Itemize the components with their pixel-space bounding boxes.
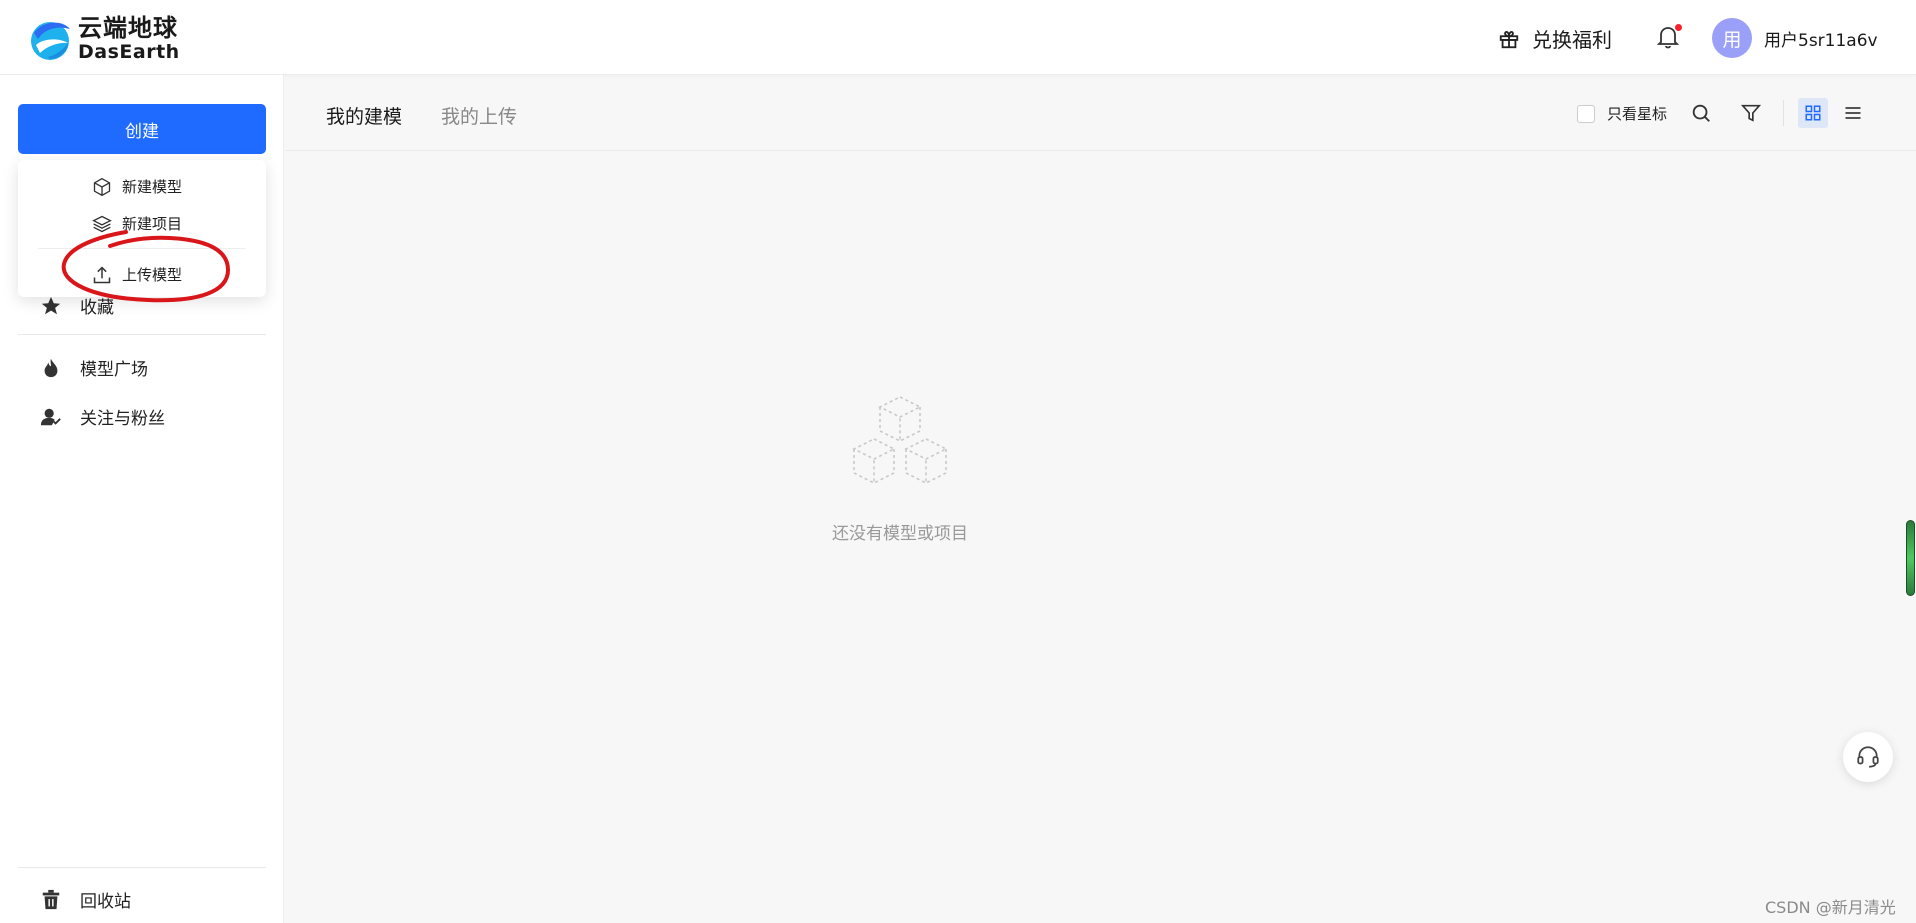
redeem-label: 兑换福利 (1532, 28, 1612, 52)
sidebar-item-label: 回收站 (80, 892, 131, 912)
tab-my-uploads[interactable]: 我的上传 (441, 102, 517, 129)
sidebar-item-label: 关注与粉丝 (80, 409, 165, 429)
grid-icon (1805, 105, 1821, 121)
create-dropdown-menu: 新建模型 新建项目 上传模型 (18, 160, 266, 297)
sidebar-divider (18, 867, 266, 868)
menu-item-new-model[interactable]: 新建模型 (92, 176, 182, 197)
main-content: 我的建模 我的上传 只看星标 还没有模型或项目 (285, 75, 1916, 923)
create-button[interactable]: 创建 (18, 104, 266, 154)
list-icon (1845, 107, 1861, 119)
upload-icon (93, 265, 111, 283)
avatar: 用 (1712, 18, 1752, 58)
fire-icon (44, 358, 58, 377)
empty-state: 还没有模型或项目 (285, 395, 1515, 544)
filter-button[interactable] (1738, 100, 1764, 126)
empty-state-text: 还没有模型或项目 (832, 524, 968, 544)
user-menu[interactable]: 用 用户5sr11a6v (1712, 18, 1878, 58)
notifications-button[interactable] (1656, 24, 1682, 52)
grid-view-button[interactable] (1798, 98, 1828, 128)
sidebar-item-label: 模型广场 (80, 360, 148, 380)
side-scroll-handle[interactable] (1906, 520, 1915, 596)
toolbar-divider (1783, 100, 1784, 126)
gift-icon (1499, 30, 1519, 48)
trash-icon (42, 889, 60, 909)
customer-support-button[interactable] (1843, 732, 1893, 782)
watermark: CSDN @新月清光 (1765, 898, 1896, 917)
logo[interactable]: 云端地球 DasEarth (28, 16, 180, 62)
top-header: 云端地球 DasEarth 兑换福利 用 用户5sr11a6v (0, 0, 1916, 75)
sidebar-divider (18, 334, 266, 335)
search-icon (1692, 104, 1710, 122)
sidebar-item-recycle-bin[interactable]: 回收站 (40, 887, 131, 912)
username: 用户5sr11a6v (1764, 30, 1878, 51)
cube-icon (93, 177, 111, 196)
star-only-label: 只看星标 (1607, 105, 1668, 123)
filter-icon (1740, 104, 1762, 122)
menu-item-new-project[interactable]: 新建项目 (92, 213, 182, 234)
layers-icon (92, 215, 112, 232)
menu-item-label: 上传模型 (122, 266, 183, 284)
notification-badge (1675, 24, 1682, 31)
menu-item-label: 新建项目 (122, 215, 183, 233)
tab-bar: 我的建模 我的上传 只看星标 (285, 75, 1916, 151)
logo-title: 云端地球 (78, 14, 178, 42)
menu-divider (38, 248, 246, 249)
star-only-checkbox[interactable] (1577, 104, 1595, 123)
star-only-filter[interactable]: 只看星标 (1577, 103, 1667, 124)
headset-icon (1857, 746, 1879, 768)
menu-item-upload-model[interactable]: 上传模型 (92, 264, 182, 285)
sidebar-item-follow[interactable]: 关注与粉丝 (40, 404, 165, 429)
sidebar-item-model-square[interactable]: 模型广场 (40, 355, 148, 380)
tab-my-models[interactable]: 我的建模 (326, 102, 402, 129)
redeem-benefits-button[interactable]: 兑换福利 (1498, 24, 1612, 53)
list-view-button[interactable] (1840, 100, 1866, 126)
search-button[interactable] (1688, 100, 1714, 126)
empty-cubes-icon (852, 396, 948, 485)
user-follow-icon (40, 408, 61, 425)
dasearth-logo-icon (31, 22, 70, 60)
menu-item-label: 新建模型 (122, 178, 183, 196)
logo-subtitle: DasEarth (78, 41, 180, 63)
star-icon (41, 296, 61, 314)
